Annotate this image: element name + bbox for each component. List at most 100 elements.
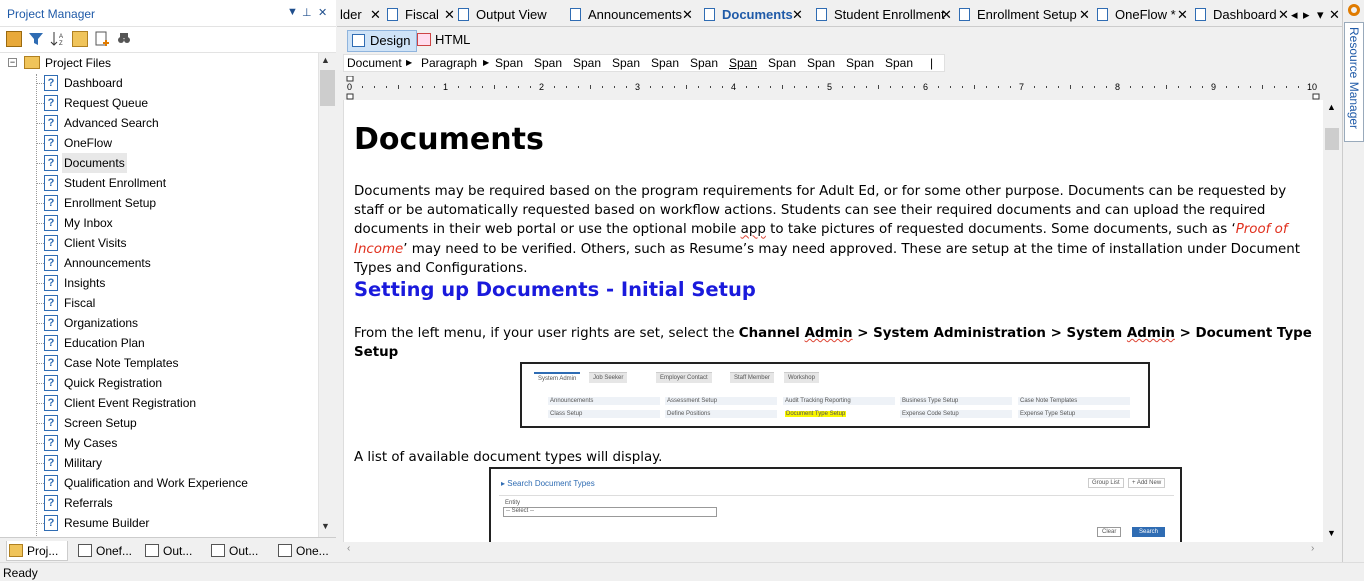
doc-tab[interactable]: Documents	[704, 3, 793, 26]
breadcrumb-item[interactable]: Paragraph	[421, 55, 477, 71]
resource-manager-tab[interactable]: Resource Manager	[1344, 22, 1364, 142]
shot1-tab: System Admin	[534, 372, 581, 384]
tree-item[interactable]: ? Qualification and Work Experience	[0, 473, 318, 493]
close-tab-icon[interactable]: ✕	[1177, 3, 1188, 26]
close-tab-icon[interactable]: ✕	[941, 3, 952, 26]
tree-item[interactable]: ? Fiscal	[0, 293, 318, 313]
breadcrumb-item[interactable]: Span	[612, 55, 640, 71]
breadcrumb-item[interactable]: |	[930, 55, 933, 71]
tree-item[interactable]: ? OneFlow	[0, 133, 318, 153]
tab-oneflow[interactable]: Onef...	[76, 541, 132, 561]
tree-item[interactable]: ? Documents	[0, 153, 318, 173]
scroll-tabs-left-icon[interactable]: ◂	[1291, 3, 1298, 26]
close-tab-icon[interactable]: ✕	[444, 3, 455, 26]
tree-item[interactable]: ? Education Plan	[0, 333, 318, 353]
document-scrollbar[interactable]: ▲ ▼	[1323, 100, 1342, 542]
add-file-icon[interactable]	[94, 31, 110, 47]
breadcrumb-item[interactable]: Span	[807, 55, 835, 71]
tab-output-2[interactable]: Out...	[209, 541, 258, 561]
scroll-thumb[interactable]	[320, 70, 335, 106]
tab-list-icon[interactable]: ▾	[1317, 3, 1324, 26]
document-editor[interactable]: Documents Documents may be required base…	[343, 100, 1323, 542]
tree-item[interactable]: ? Screen Setup	[0, 413, 318, 433]
doc-tab[interactable]: Student Enrollment	[816, 3, 945, 26]
gear-icon[interactable]	[1348, 4, 1360, 16]
doc-tab[interactable]: Dashboard	[1195, 3, 1277, 26]
doc-tab[interactable]: Announcements	[570, 3, 682, 26]
tree-item[interactable]: ? Military	[0, 453, 318, 473]
tree-item[interactable]: ? My Cases	[0, 433, 318, 453]
ruler-tick	[1298, 86, 1299, 88]
pin-icon[interactable]: ⊥	[302, 6, 312, 19]
scroll-left-icon[interactable]: ‹	[347, 543, 350, 554]
scroll-up-icon[interactable]: ▲	[1327, 102, 1336, 112]
scroll-up-icon[interactable]: ▲	[321, 55, 330, 65]
first-line-indent-marker[interactable]	[346, 93, 354, 100]
tree-root[interactable]: − Project Files	[0, 53, 318, 73]
tree-item-label: Education Plan	[64, 336, 145, 350]
doc-tab[interactable]: Output View	[458, 3, 547, 26]
dropdown-icon[interactable]: ▼	[287, 6, 298, 18]
filter-icon[interactable]	[28, 31, 44, 47]
tab-output-1[interactable]: Out...	[143, 541, 192, 561]
tree-item[interactable]: ? Advanced Search	[0, 113, 318, 133]
tree-item[interactable]: ? Resume Builder	[0, 513, 318, 533]
close-tab-icon[interactable]: ✕	[1278, 3, 1289, 26]
tree-item[interactable]: ? My Inbox	[0, 213, 318, 233]
ruler-tick	[1034, 86, 1035, 88]
tree-item[interactable]: ? Quick Registration	[0, 373, 318, 393]
tab-oneflow-2[interactable]: One...	[276, 541, 329, 561]
close-tab-icon[interactable]: ✕	[1079, 3, 1090, 26]
ruler-number: 7	[1019, 82, 1024, 92]
right-indent-marker[interactable]	[1312, 93, 1320, 100]
breadcrumb-item[interactable]: Span	[573, 55, 601, 71]
sort-icon[interactable]: AZ	[50, 31, 66, 47]
tree-item[interactable]: ? Client Event Registration	[0, 393, 318, 413]
breadcrumb-item[interactable]: Span	[729, 55, 757, 71]
breadcrumb-item[interactable]: Span	[690, 55, 718, 71]
scroll-down-icon[interactable]: ▼	[321, 521, 330, 531]
tree-item[interactable]: ? Organizations	[0, 313, 318, 333]
ruler-tick	[566, 86, 567, 88]
collapse-icon[interactable]: −	[8, 58, 17, 67]
find-icon[interactable]	[116, 31, 132, 47]
tree-scrollbar[interactable]: ▲ ▼	[318, 53, 336, 537]
tab-project[interactable]: Proj...	[6, 541, 68, 561]
close-tab-icon[interactable]: ✕	[682, 3, 693, 26]
breadcrumb-item[interactable]: Span	[885, 55, 913, 71]
new-project-icon[interactable]	[6, 31, 22, 47]
scroll-right-icon[interactable]: ›	[1311, 543, 1314, 554]
tree-item[interactable]: ? Case Note Templates	[0, 353, 318, 373]
tree-item[interactable]: ? Student Enrollment	[0, 173, 318, 193]
tree-item[interactable]: ? Dashboard	[0, 73, 318, 93]
tree-item[interactable]: ? Insights	[0, 273, 318, 293]
close-tab-icon[interactable]: ✕	[792, 3, 803, 26]
tree-item[interactable]: ? Announcements	[0, 253, 318, 273]
doc-tab[interactable]: Enrollment Setup	[959, 3, 1077, 26]
breadcrumb-item[interactable]: Document	[347, 55, 402, 71]
doc-tab[interactable]: OneFlow *	[1097, 3, 1176, 26]
breadcrumb-item[interactable]: Span	[495, 55, 523, 71]
document-hscrollbar[interactable]: ‹ ›	[343, 542, 1323, 558]
breadcrumb-item[interactable]: Span	[651, 55, 679, 71]
scroll-tabs-right-icon[interactable]: ▸	[1303, 3, 1310, 26]
tree-item[interactable]: ? Referrals	[0, 493, 318, 513]
scroll-thumb[interactable]	[1325, 128, 1339, 150]
close-icon[interactable]: ✕	[1329, 3, 1340, 26]
breadcrumb-item[interactable]: Span	[768, 55, 796, 71]
folder-icon[interactable]	[72, 31, 88, 47]
left-indent-marker[interactable]	[346, 75, 354, 82]
tree-item[interactable]: ? Client Visits	[0, 233, 318, 253]
tree-item[interactable]: ? Request Queue	[0, 93, 318, 113]
doc-tab[interactable]: Fiscal	[387, 3, 439, 26]
html-button[interactable]: HTML	[413, 30, 476, 52]
breadcrumb-item[interactable]: Span	[846, 55, 874, 71]
scroll-down-icon[interactable]: ▼	[1327, 528, 1336, 538]
ruler-tick	[938, 86, 939, 88]
breadcrumb-item[interactable]: Span	[534, 55, 562, 71]
doc-tab[interactable]: lder	[340, 3, 362, 26]
tree-item[interactable]: ? Enrollment Setup	[0, 193, 318, 213]
design-button[interactable]: Design	[347, 30, 418, 52]
close-icon[interactable]: ✕	[318, 6, 327, 19]
close-tab-icon[interactable]: ✕	[370, 3, 381, 26]
